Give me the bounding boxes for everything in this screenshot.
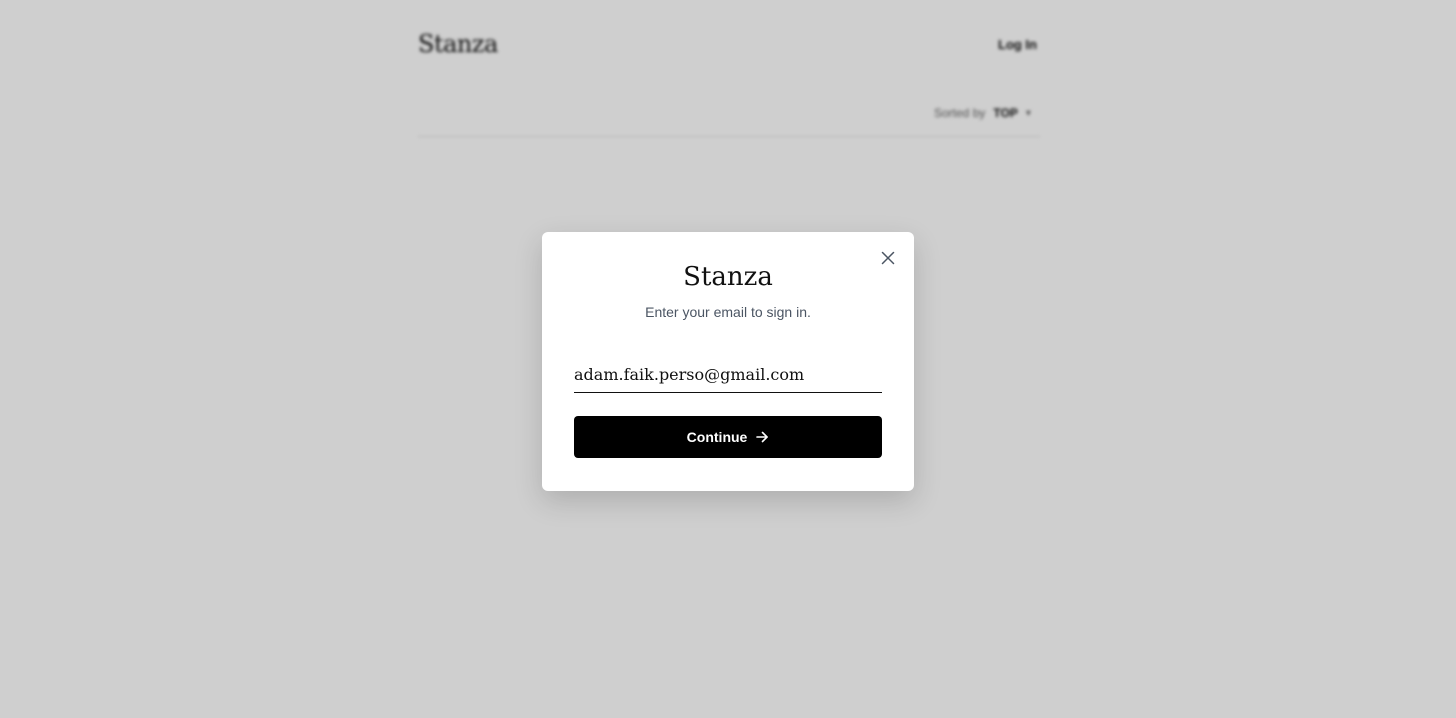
- page: Stanza Log In Sorted by TOP ▾ Stanza Ent…: [0, 0, 1456, 718]
- sign-in-modal: Stanza Enter your email to sign in. Cont…: [542, 232, 914, 491]
- email-field[interactable]: [574, 356, 882, 393]
- continue-button[interactable]: Continue: [574, 416, 882, 458]
- arrow-right-icon: [756, 431, 769, 443]
- modal-title: Stanza: [683, 262, 773, 292]
- continue-label: Continue: [686, 429, 748, 445]
- modal-subtitle: Enter your email to sign in.: [645, 304, 811, 320]
